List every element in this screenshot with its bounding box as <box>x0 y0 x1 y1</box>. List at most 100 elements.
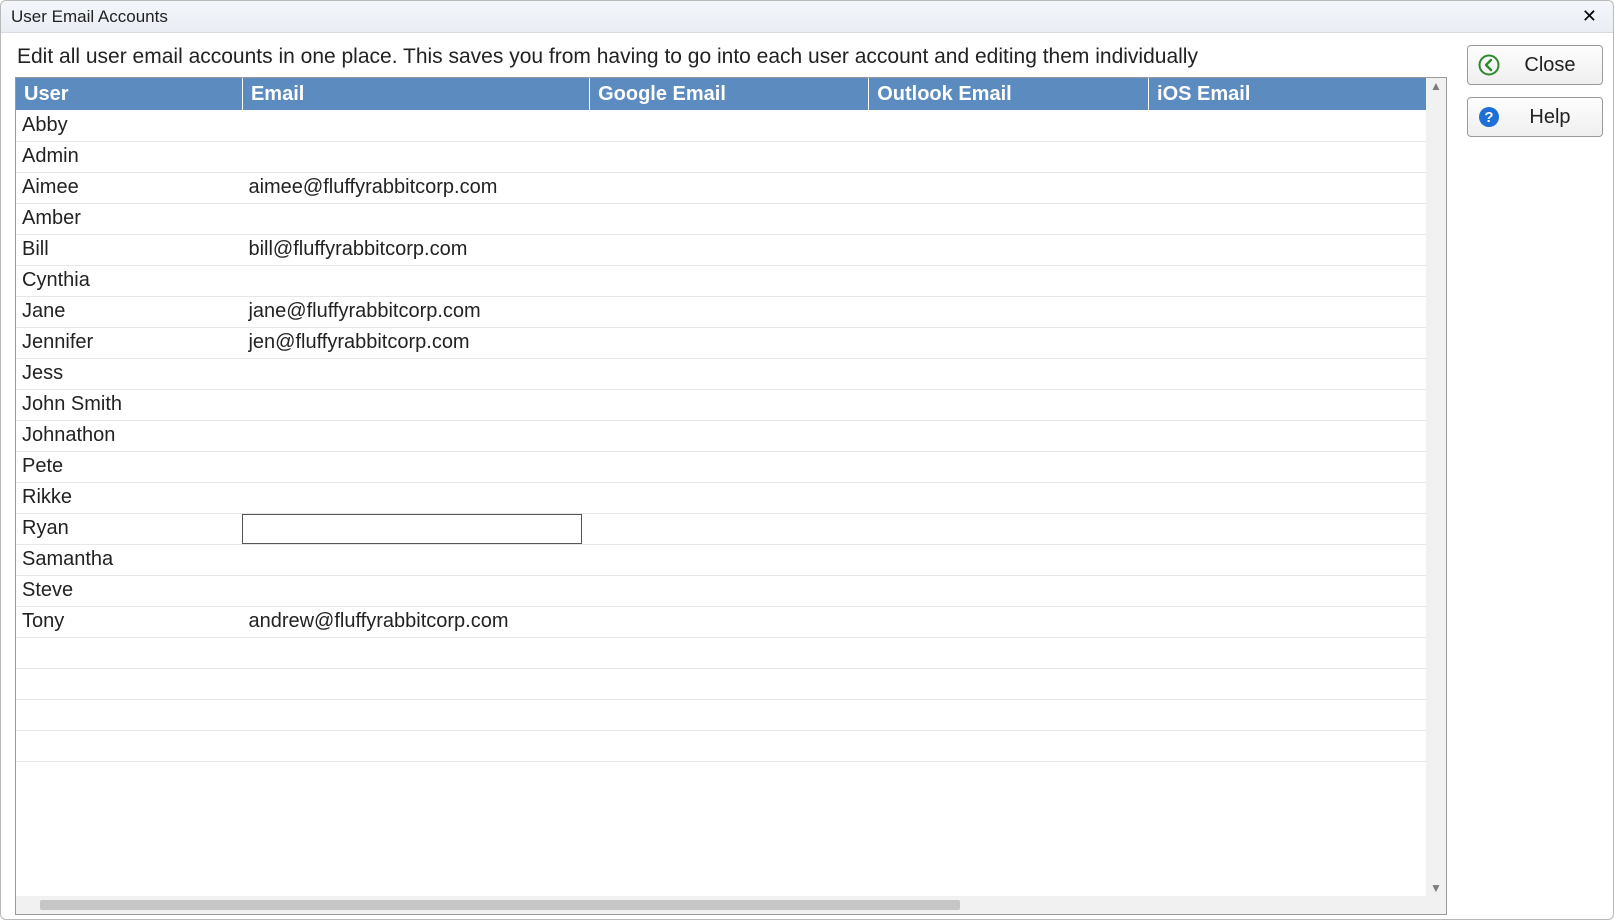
cell-ios-email[interactable] <box>1149 327 1426 358</box>
cell-ios-email[interactable] <box>1149 513 1426 544</box>
table-row[interactable]: Abby <box>16 110 1426 141</box>
table-row[interactable]: John Smith <box>16 389 1426 420</box>
table-row[interactable]: Steve <box>16 575 1426 606</box>
table-row[interactable]: Pete <box>16 451 1426 482</box>
cell-ios-email[interactable] <box>1149 141 1426 172</box>
cell-email[interactable] <box>242 265 589 296</box>
cell-email[interactable] <box>242 544 589 575</box>
cell-email[interactable] <box>242 575 589 606</box>
cell-outlook-email[interactable] <box>869 482 1149 513</box>
cell-ios-email[interactable] <box>1149 420 1426 451</box>
cell-user[interactable]: Jane <box>16 296 242 327</box>
cell-user[interactable]: Aimee <box>16 172 242 203</box>
cell-google-email[interactable] <box>590 389 869 420</box>
cell-google-email[interactable] <box>590 575 869 606</box>
cell-email[interactable]: bill@fluffyrabbitcorp.com <box>242 234 589 265</box>
cell-google-email[interactable] <box>590 544 869 575</box>
cell-outlook-email[interactable] <box>869 234 1149 265</box>
cell-email[interactable]: aimee@fluffyrabbitcorp.com <box>242 172 589 203</box>
cell-email[interactable]: jen@fluffyrabbitcorp.com <box>242 327 589 358</box>
cell-user[interactable]: Amber <box>16 203 242 234</box>
cell-email[interactable] <box>242 141 589 172</box>
col-header-email[interactable]: Email <box>242 78 589 110</box>
table-row[interactable]: Johnathon <box>16 420 1426 451</box>
cell-ios-email[interactable] <box>1149 265 1426 296</box>
cell-google-email[interactable] <box>590 606 869 637</box>
cell-outlook-email[interactable] <box>869 110 1149 141</box>
cell-user[interactable]: Steve <box>16 575 242 606</box>
email-edit-input[interactable] <box>242 514 582 544</box>
cell-google-email[interactable] <box>590 451 869 482</box>
cell-outlook-email[interactable] <box>869 358 1149 389</box>
cell-outlook-email[interactable] <box>869 420 1149 451</box>
cell-user[interactable]: Bill <box>16 234 242 265</box>
table-row[interactable]: Admin <box>16 141 1426 172</box>
cell-email[interactable] <box>242 513 589 544</box>
cell-google-email[interactable] <box>590 513 869 544</box>
cell-email[interactable] <box>242 110 589 141</box>
cell-user[interactable]: Jess <box>16 358 242 389</box>
cell-ios-email[interactable] <box>1149 110 1426 141</box>
cell-user[interactable]: Admin <box>16 141 242 172</box>
table-row[interactable]: Cynthia <box>16 265 1426 296</box>
table-row[interactable]: Tonyandrew@fluffyrabbitcorp.com <box>16 606 1426 637</box>
table-row[interactable]: Ryan <box>16 513 1426 544</box>
cell-email[interactable]: andrew@fluffyrabbitcorp.com <box>242 606 589 637</box>
cell-google-email[interactable] <box>590 141 869 172</box>
cell-google-email[interactable] <box>590 296 869 327</box>
cell-outlook-email[interactable] <box>869 575 1149 606</box>
table-row[interactable]: Amber <box>16 203 1426 234</box>
table-row[interactable]: Jenniferjen@fluffyrabbitcorp.com <box>16 327 1426 358</box>
cell-ios-email[interactable] <box>1149 234 1426 265</box>
cell-email[interactable] <box>242 482 589 513</box>
cell-outlook-email[interactable] <box>869 296 1149 327</box>
cell-google-email[interactable] <box>590 172 869 203</box>
table-row[interactable]: Janejane@fluffyrabbitcorp.com <box>16 296 1426 327</box>
cell-google-email[interactable] <box>590 358 869 389</box>
cell-user[interactable]: Pete <box>16 451 242 482</box>
cell-user[interactable]: Ryan <box>16 513 242 544</box>
table-row[interactable]: Rikke <box>16 482 1426 513</box>
cell-outlook-email[interactable] <box>869 451 1149 482</box>
cell-outlook-email[interactable] <box>869 203 1149 234</box>
help-button[interactable]: ? Help <box>1467 97 1603 137</box>
cell-email[interactable] <box>242 389 589 420</box>
cell-google-email[interactable] <box>590 482 869 513</box>
cell-ios-email[interactable] <box>1149 358 1426 389</box>
cell-outlook-email[interactable] <box>869 513 1149 544</box>
cell-ios-email[interactable] <box>1149 451 1426 482</box>
cell-email[interactable] <box>242 358 589 389</box>
cell-google-email[interactable] <box>590 110 869 141</box>
cell-google-email[interactable] <box>590 420 869 451</box>
close-icon[interactable]: ✕ <box>1576 4 1603 29</box>
cell-user[interactable]: Jennifer <box>16 327 242 358</box>
cell-google-email[interactable] <box>590 265 869 296</box>
cell-google-email[interactable] <box>590 234 869 265</box>
cell-ios-email[interactable] <box>1149 296 1426 327</box>
cell-user[interactable]: Johnathon <box>16 420 242 451</box>
cell-user[interactable]: Rikke <box>16 482 242 513</box>
horizontal-scrollbar[interactable] <box>16 896 1446 914</box>
cell-user[interactable]: Tony <box>16 606 242 637</box>
cell-ios-email[interactable] <box>1149 606 1426 637</box>
scroll-up-icon[interactable]: ▲ <box>1430 80 1442 92</box>
table-row[interactable]: Billbill@fluffyrabbitcorp.com <box>16 234 1426 265</box>
cell-outlook-email[interactable] <box>869 141 1149 172</box>
cell-outlook-email[interactable] <box>869 265 1149 296</box>
cell-google-email[interactable] <box>590 203 869 234</box>
cell-ios-email[interactable] <box>1149 575 1426 606</box>
cell-outlook-email[interactable] <box>869 606 1149 637</box>
close-button[interactable]: Close <box>1467 45 1603 85</box>
cell-outlook-email[interactable] <box>869 389 1149 420</box>
cell-email[interactable]: jane@fluffyrabbitcorp.com <box>242 296 589 327</box>
table-row[interactable]: Aimeeaimee@fluffyrabbitcorp.com <box>16 172 1426 203</box>
col-header-outlook-email[interactable]: Outlook Email <box>869 78 1149 110</box>
cell-outlook-email[interactable] <box>869 327 1149 358</box>
cell-ios-email[interactable] <box>1149 172 1426 203</box>
scroll-down-icon[interactable]: ▼ <box>1430 882 1442 894</box>
col-header-google-email[interactable]: Google Email <box>590 78 869 110</box>
cell-ios-email[interactable] <box>1149 544 1426 575</box>
cell-email[interactable] <box>242 451 589 482</box>
cell-outlook-email[interactable] <box>869 544 1149 575</box>
vertical-scrollbar[interactable]: ▲ ▼ <box>1426 78 1446 896</box>
